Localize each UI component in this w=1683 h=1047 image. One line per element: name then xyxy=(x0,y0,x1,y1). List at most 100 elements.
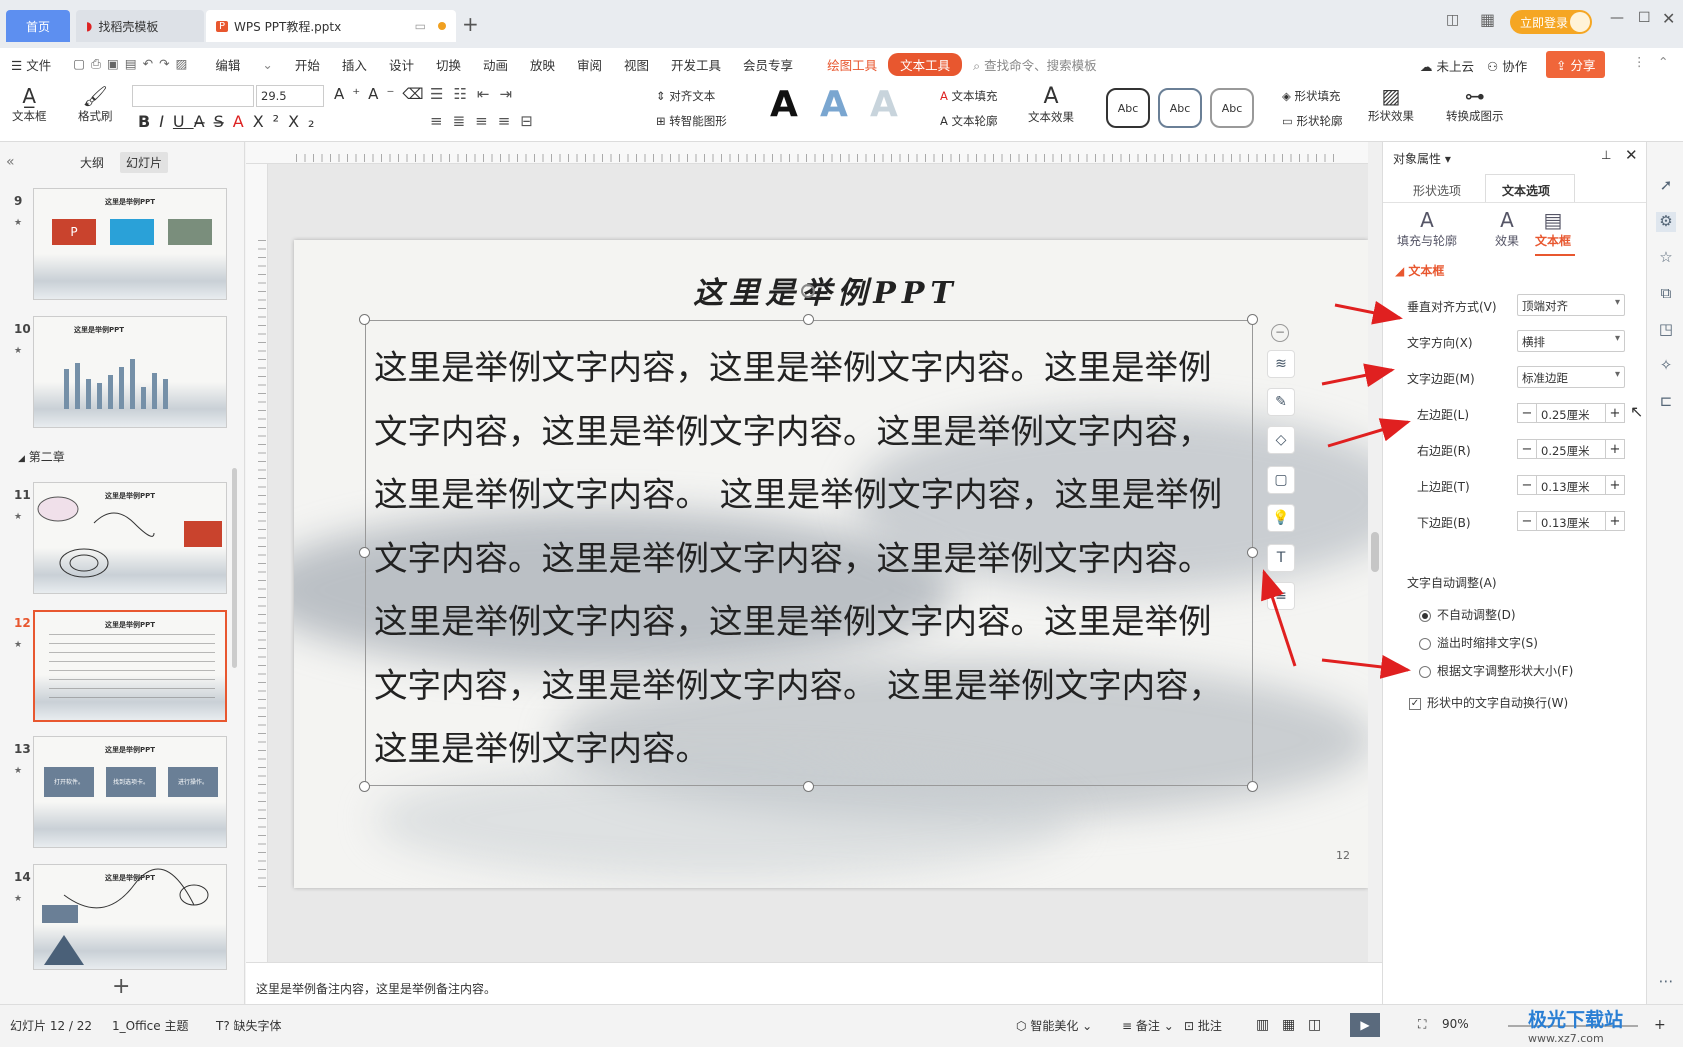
collapse-panel-icon[interactable]: « xyxy=(6,154,15,170)
notes-button[interactable]: ≡ 备注 ⌄ xyxy=(1122,1017,1174,1034)
section-header[interactable]: ◢ 文本框 xyxy=(1395,262,1444,279)
radio-no-autofit[interactable]: 不自动调整(D) xyxy=(1419,606,1516,623)
zoom-level[interactable]: 90% xyxy=(1442,1017,1469,1031)
shape-fill-button[interactable]: ◈ 形状填充 xyxy=(1282,88,1341,104)
tab-slides[interactable]: 幻灯片 xyxy=(120,152,169,173)
top-margin-value[interactable]: 0.13厘米 xyxy=(1537,475,1605,495)
convert-diagram-button[interactable]: ⊶ 转换成图示 xyxy=(1446,84,1504,124)
text-edit-icon[interactable]: ≡ xyxy=(1267,582,1295,610)
text-style-blue[interactable]: A xyxy=(820,84,848,125)
share-button[interactable]: ⇪ 分享 xyxy=(1546,51,1606,78)
bottom-margin-stepper[interactable]: −0.13厘米 + xyxy=(1517,510,1625,532)
increase-button[interactable]: + xyxy=(1605,511,1625,531)
textbox-button[interactable]: A̲ 文本框 xyxy=(12,84,47,124)
menu-developer[interactable]: 开发工具 xyxy=(660,55,732,74)
shape-effect-button[interactable]: ▨ 形状效果 xyxy=(1368,84,1414,124)
notes-pane[interactable]: 这里是举例备注内容，这里是举例备注内容。 xyxy=(246,962,1382,1004)
menu-file[interactable]: ☰ 文件 xyxy=(0,55,62,74)
top-margin-stepper[interactable]: −0.13厘米 + xyxy=(1517,474,1625,496)
bottom-margin-value[interactable]: 0.13厘米 xyxy=(1537,511,1605,531)
align-text-button[interactable]: ⇕ 对齐文本 xyxy=(656,88,715,104)
slide-thumb-13[interactable]: 这里是举例PPT 打开软件。 找到选项卡。 进行操作。 xyxy=(33,736,227,848)
menu-design[interactable]: 设计 xyxy=(378,55,425,74)
book-icon[interactable]: ⊏ xyxy=(1656,392,1676,412)
login-button[interactable]: 立即登录 xyxy=(1510,10,1592,34)
bulb-icon[interactable]: 💡 xyxy=(1267,504,1295,532)
wrap-text-checkbox[interactable]: ✓ 形状中的文字自动换行(W) xyxy=(1409,694,1568,711)
collapse-tools-icon[interactable]: − xyxy=(1271,324,1289,342)
slide-canvas[interactable]: 这里是举例PPT 这里是举例文字内容，这里是举例文字内容。这里是举例文字内容，这… xyxy=(294,240,1368,888)
resize-handle-tr[interactable] xyxy=(1247,314,1258,325)
quick-toolbar-icons[interactable]: ▢⎙▣▤↶↷▨ xyxy=(62,56,204,72)
resize-handle-bl[interactable] xyxy=(359,781,370,792)
decrease-button[interactable]: − xyxy=(1517,439,1537,459)
smart-beautify-button[interactable]: ⬡ 智能美化 ⌄ xyxy=(1016,1017,1092,1034)
slide-thumb-12-selected[interactable]: 这里是举例PPT xyxy=(33,610,227,722)
fit-window-icon[interactable]: ⛶ xyxy=(1418,1017,1426,1032)
text-style-outline[interactable]: A xyxy=(870,84,898,125)
sub-textbox[interactable]: ▤ 文本框 xyxy=(1535,208,1571,249)
increase-button[interactable]: + xyxy=(1605,475,1625,495)
comments-button[interactable]: ⊡ 批注 xyxy=(1184,1017,1222,1034)
format-painter-button[interactable]: 🖌 格式刷 xyxy=(78,84,113,124)
pen-icon[interactable]: ✎ xyxy=(1267,388,1295,416)
resize-handle-tc[interactable] xyxy=(803,314,814,325)
resize-handle-bc[interactable] xyxy=(803,781,814,792)
collab-button[interactable]: ⚇ 协作 xyxy=(1487,56,1527,75)
radio-resize-shape[interactable]: 根据文字调整形状大小(F) xyxy=(1419,662,1573,679)
panel-scrollbar[interactable] xyxy=(232,468,237,668)
tab-home[interactable]: 首页 xyxy=(6,10,70,42)
font-style-icons[interactable]: BIUA̶S̶AX²X₂ xyxy=(138,112,323,131)
more-dots-icon[interactable]: ⋯ xyxy=(1656,972,1676,992)
slide-title[interactable]: 这里是举例PPT xyxy=(294,268,1358,312)
shape-style-1[interactable]: Abc xyxy=(1106,88,1150,128)
theme-name[interactable]: 1_Office 主题 xyxy=(112,1017,188,1034)
play-button[interactable]: ▶ xyxy=(1350,1013,1380,1037)
valign-select[interactable]: 顶端对齐 xyxy=(1517,294,1625,316)
layout-icon[interactable]: ◫ xyxy=(1446,12,1459,28)
sorter-view-icon[interactable]: ▦ xyxy=(1282,1017,1295,1033)
list-icons[interactable]: ☰☷⇤⇥ xyxy=(430,85,522,103)
menu-slideshow[interactable]: 放映 xyxy=(519,55,566,74)
font-size-select[interactable]: 29.5 xyxy=(256,85,324,107)
tab-document[interactable]: P WPS PPT教程.pptx ▭ xyxy=(206,10,456,42)
compass-icon[interactable]: ✧ xyxy=(1656,356,1676,376)
normal-view-icon[interactable]: ▥ xyxy=(1256,1017,1269,1033)
shape-style-2[interactable]: Abc xyxy=(1158,88,1202,128)
text-effect-button[interactable]: A 文本效果 xyxy=(1028,84,1074,125)
slide-body-text[interactable]: 这里是举例文字内容，这里是举例文字内容。这里是举例文字内容，这里是举例文字内容。… xyxy=(374,336,1244,781)
tab-text-options[interactable]: 文本选项 xyxy=(1485,174,1575,202)
chapter-header[interactable]: ◢ 第二章 xyxy=(18,448,65,465)
menu-member[interactable]: 会员专享 xyxy=(732,55,804,74)
rocket-icon[interactable]: ➚ xyxy=(1656,176,1676,196)
right-margin-value[interactable]: 0.25厘米 xyxy=(1537,439,1605,459)
fill-icon[interactable]: ◇ xyxy=(1267,426,1295,454)
cloud-status[interactable]: ☁ 未上云 xyxy=(1420,56,1474,75)
menu-insert[interactable]: 插入 xyxy=(331,55,378,74)
close-panel-icon[interactable]: ✕ xyxy=(1625,146,1638,164)
menu-start[interactable]: 开始 xyxy=(284,55,331,74)
resize-handle-tl[interactable] xyxy=(359,314,370,325)
menu-view[interactable]: 视图 xyxy=(613,55,660,74)
monitor-icon[interactable]: ▭ xyxy=(415,19,426,33)
scroll-thumb[interactable] xyxy=(1371,532,1379,572)
left-margin-stepper[interactable]: −0.25厘米 + xyxy=(1517,402,1625,424)
missing-font-button[interactable]: T? 缺失字体 xyxy=(216,1017,282,1034)
properties-icon[interactable]: ⚙ xyxy=(1656,212,1676,232)
grid-icon[interactable]: ▦ xyxy=(1480,10,1495,29)
text-outline-button[interactable]: A 文本轮廓 xyxy=(940,113,998,129)
resize-handle-br[interactable] xyxy=(1247,781,1258,792)
decrease-button[interactable]: − xyxy=(1517,475,1537,495)
shape-style-3[interactable]: Abc xyxy=(1210,88,1254,128)
search-command[interactable]: ⌕ 查找命令、搜索模板 xyxy=(962,55,1108,74)
tab-shape-options[interactable]: 形状选项 xyxy=(1413,182,1461,199)
close-icon[interactable]: ✕ xyxy=(1662,9,1675,28)
text-direction-select[interactable]: 横排 xyxy=(1517,330,1625,352)
copy-icon[interactable]: ⧉ xyxy=(1656,284,1676,304)
menu-edit[interactable]: 编辑 xyxy=(204,55,251,74)
sub-fill-outline[interactable]: A 填充与轮廓 xyxy=(1397,208,1457,249)
new-tab-button[interactable]: + xyxy=(462,12,479,36)
add-slide-button[interactable]: + xyxy=(112,974,130,999)
notes-text[interactable]: 这里是举例备注内容，这里是举例备注内容。 xyxy=(256,982,496,996)
pin-icon[interactable]: ⊥ xyxy=(1601,148,1611,162)
